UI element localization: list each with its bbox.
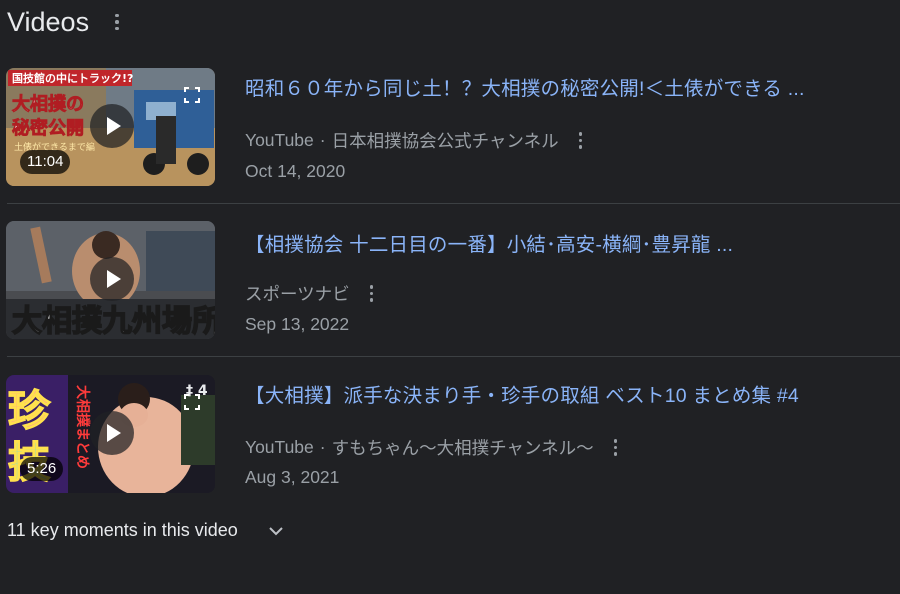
thumbnail-caption: 秘密公開: [12, 117, 84, 139]
thumbnail-caption: 国技館の中にトラック!?: [12, 71, 133, 85]
video-title-link[interactable]: 【相撲協会 十二日目の一番】小結･高安-横綱･豊昇龍 ...: [245, 228, 733, 257]
play-icon[interactable]: [90, 257, 134, 301]
more-vert-icon[interactable]: [366, 284, 378, 304]
duration-badge: 5:26: [20, 457, 64, 481]
video-date: Oct 14, 2020: [245, 161, 346, 181]
expand-icon: [184, 394, 200, 410]
video-title-link[interactable]: 昭和６０年から同じ土！？大相撲の秘密公開!＜土俵ができる ...: [245, 72, 805, 101]
meta-separator: ·: [319, 130, 326, 150]
video-thumbnail[interactable]: 珍 技 大相撲まとめ ‡ 4 5:26: [6, 375, 215, 493]
video-meta: スポーツナビ: [245, 281, 378, 306]
section-title: Videos: [7, 6, 90, 37]
video-meta: YouTube · 日本相撲協会公式チャンネル: [245, 128, 587, 153]
video-date: Aug 3, 2021: [245, 467, 340, 487]
thumbnail-caption: 大相撲の: [12, 93, 84, 115]
video-result[interactable]: 大相撲九州場所 【相撲協会 十二日目の一番】小結･高安-横綱･豊昇龍 ... ス…: [0, 204, 900, 356]
thumbnail-caption: 大相撲まとめ: [74, 385, 91, 469]
video-thumbnail[interactable]: 国技館の中にトラック!? 大相撲の 秘密公開 土俵ができるまで編 11:04: [6, 68, 215, 186]
thumbnail-caption: 珍: [8, 386, 51, 435]
more-vert-icon[interactable]: [610, 438, 622, 458]
video-channel: すもちゃん～大相撲チャンネル～: [331, 438, 594, 458]
thumbnail-caption: 大相撲九州場所: [12, 304, 215, 339]
video-meta: YouTube · すもちゃん～大相撲チャンネル～: [245, 435, 622, 460]
video-thumbnail[interactable]: 大相撲九州場所: [6, 221, 215, 339]
more-vert-icon[interactable]: [111, 12, 123, 32]
chevron-down-icon[interactable]: [268, 523, 284, 539]
key-moments-label: 11 key moments in this video: [7, 520, 238, 540]
video-result[interactable]: 国技館の中にトラック!? 大相撲の 秘密公開 土俵ができるまで編 11:04 昭…: [0, 52, 900, 204]
duration-badge: 11:04: [20, 150, 71, 174]
meta-separator: ·: [319, 437, 326, 457]
play-icon[interactable]: [90, 411, 134, 455]
video-source: YouTube: [245, 130, 314, 150]
videos-section-header: Videos: [7, 4, 123, 40]
video-channel: 日本相撲協会公式チャンネル: [331, 131, 559, 151]
expand-icon: [184, 87, 200, 103]
video-source: YouTube: [245, 437, 314, 457]
play-icon[interactable]: [90, 104, 134, 148]
video-result[interactable]: 珍 技 大相撲まとめ ‡ 4 5:26 【大相撲】派手な決まり手・珍手の取組 ベ…: [0, 357, 900, 509]
video-title-link[interactable]: 【大相撲】派手な決まり手・珍手の取組 ベスト10 まとめ集 #4: [245, 379, 799, 408]
key-moments-toggle[interactable]: 11 key moments in this video: [7, 520, 284, 541]
more-vert-icon[interactable]: [575, 131, 587, 151]
video-channel: スポーツナビ: [245, 284, 350, 304]
video-date: Sep 13, 2022: [245, 314, 350, 334]
